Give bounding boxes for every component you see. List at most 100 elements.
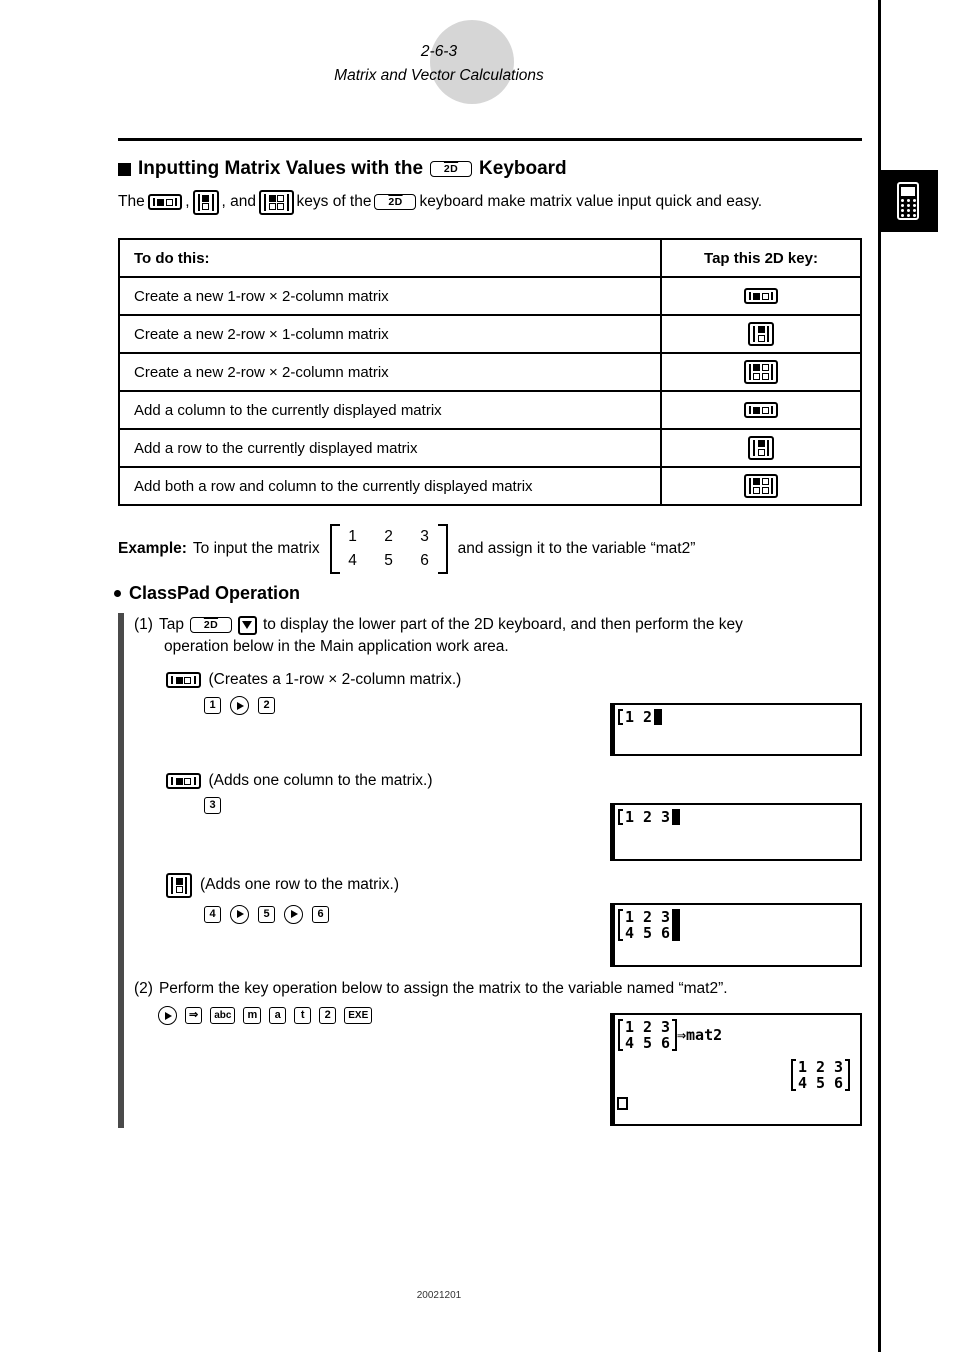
key-exe-icon: EXE — [344, 1007, 373, 1024]
key-2d-icon: 2D — [374, 194, 417, 211]
screen-left-margin-bar — [612, 1015, 615, 1124]
table-cell-key — [660, 276, 862, 316]
operation-1-keys: 1 2 — [204, 696, 461, 715]
example-matrix: 123 456 — [329, 524, 448, 574]
right-arrow-key-icon — [230, 904, 249, 924]
step-1-text-line2: operation below in the Main application … — [164, 638, 509, 655]
table-row: Create a new 2-row × 1-column matrix — [118, 314, 862, 354]
table-row: Create a new 1-row × 2-column matrix — [118, 276, 862, 316]
table-cell-action: Add both a row and column to the current… — [118, 466, 662, 506]
assign-arrow-key-icon: ⇒ — [185, 1007, 203, 1024]
intro-and: , and — [221, 193, 257, 211]
table-cell-key — [660, 428, 862, 468]
page-number: 2-6-3 — [420, 43, 458, 60]
key-m-icon: m — [243, 1007, 262, 1024]
matrix-2x1-icon — [748, 435, 774, 461]
operation-1-description: (Creates a 1-row × 2-column matrix.) — [208, 671, 462, 688]
header-rule — [118, 138, 862, 141]
step-2-number: (2) — [134, 980, 153, 997]
screen-1-row-3-col: 123 — [610, 803, 862, 861]
screen-matrix: 12 — [618, 709, 662, 725]
key-2-icon: 2 — [258, 697, 275, 714]
classpad-operation-sidebar — [118, 613, 124, 1128]
right-arrow-key-icon — [284, 904, 303, 924]
chapter-title: Matrix and Vector Calculations — [334, 67, 544, 84]
matrix-1x2-icon — [147, 194, 183, 211]
operation-2-description: (Adds one column to the matrix.) — [208, 772, 433, 789]
step-2-text: Perform the key operation below to assig… — [158, 980, 728, 997]
example-text-after: and assign it to the variable “mat2” — [457, 540, 696, 557]
intro-text-2: keys of the — [296, 193, 372, 211]
intro-comma-1: , — [185, 193, 190, 211]
section-intro: The , , and keys of the 2D keyboard make… — [118, 190, 878, 215]
text-cursor — [672, 909, 680, 941]
square-bullet-icon — [118, 162, 131, 176]
key-4-icon: 4 — [204, 905, 221, 923]
table-cell-key — [660, 314, 862, 354]
screen-matrix: 123 456 — [618, 909, 680, 941]
table-header-action: To do this: — [118, 238, 662, 278]
screen-assign-mat2: 123 456 ⇒mat2 123 456 — [610, 1013, 862, 1126]
matrix-2x1-icon — [166, 873, 192, 898]
operation-3: (Adds one row to the matrix.) 4 5 6 — [166, 873, 399, 924]
screen-2-row-3-col: 123 456 — [610, 903, 862, 967]
section-heading-text-2: Keyboard — [479, 158, 567, 179]
operation-2-keys: 3 — [204, 797, 433, 814]
table-row: Add both a row and column to the current… — [118, 466, 862, 506]
key-2-icon: 2 — [319, 1007, 337, 1024]
classpad-operation-heading-text: ClassPad Operation — [129, 583, 301, 603]
operation-3-description: (Adds one row to the matrix.) — [200, 876, 399, 894]
screen-assign-text: ⇒mat2 — [677, 1026, 723, 1044]
matrix-1x2-icon — [166, 672, 201, 688]
side-tab-calculator — [878, 170, 938, 232]
table-header-row: To do this: Tap this 2D key: — [118, 238, 862, 278]
matrix-2x2-icon — [743, 473, 779, 499]
classpad-operation-heading: ClassPad Operation — [114, 583, 300, 604]
matrix-1x2-icon — [166, 773, 201, 789]
text-cursor — [617, 1097, 628, 1110]
key-2d-icon: 2D — [189, 617, 232, 633]
table-cell-key — [660, 390, 862, 430]
right-arrow-key-icon — [158, 1006, 177, 1025]
screen-input-matrix: 123 456 — [618, 1019, 677, 1051]
table-header-key: Tap this 2D key: — [660, 238, 862, 278]
key-5-icon: 5 — [258, 905, 275, 923]
key-t-icon: t — [294, 1007, 312, 1024]
footer: 20021201 — [416, 1290, 462, 1301]
key-abc-icon: abc — [210, 1007, 236, 1024]
table-cell-action: Add a column to the currently displayed … — [118, 390, 662, 430]
table-cell-action: Create a new 2-row × 2-column matrix — [118, 352, 662, 392]
table-row: Add a column to the currently displayed … — [118, 390, 862, 430]
key-2d-icon: 2D — [430, 161, 473, 177]
screen-left-margin-bar — [612, 805, 615, 859]
screen-left-margin-bar — [612, 905, 615, 965]
operation-2: (Adds one column to the matrix.) 3 — [166, 772, 433, 814]
operation-3-keys: 4 5 6 — [204, 904, 399, 924]
matrix-1x2-icon — [743, 402, 779, 418]
intro-text-1: The — [118, 193, 145, 211]
step-1-text-before: Tap — [158, 616, 184, 633]
calculator-icon-keys — [900, 199, 916, 217]
key-6-icon: 6 — [312, 905, 329, 923]
matrix-2x2-icon — [743, 359, 779, 385]
example-line: Example: To input the matrix 123 456 and… — [118, 524, 878, 574]
table-cell-key — [660, 466, 862, 506]
screen-matrix: 123 — [618, 809, 680, 825]
example-label: Example: — [118, 540, 187, 557]
section-heading: Inputting Matrix Values with the 2D Keyb… — [118, 158, 878, 180]
table-cell-action: Create a new 2-row × 1-column matrix — [118, 314, 662, 354]
matrix-2x1-icon — [192, 190, 219, 215]
key-1-icon: 1 — [204, 697, 221, 714]
calculator-icon — [897, 182, 919, 220]
text-cursor — [654, 709, 662, 725]
key-3-icon: 3 — [204, 797, 221, 814]
key-a-icon: a — [269, 1007, 287, 1024]
screen-1-row-2-col: 12 — [610, 703, 862, 756]
table-cell-key — [660, 352, 862, 392]
section-heading-text-1: Inputting Matrix Values with the — [138, 158, 424, 179]
matrix-1x2-icon — [743, 288, 779, 304]
matrix-keys-table: To do this: Tap this 2D key: Create a ne… — [118, 238, 862, 506]
header: 2-6-3 Matrix and Vector Calculations — [0, 40, 878, 88]
right-arrow-key-icon — [230, 696, 249, 715]
table-cell-action: Create a new 1-row × 2-column matrix — [118, 276, 662, 316]
